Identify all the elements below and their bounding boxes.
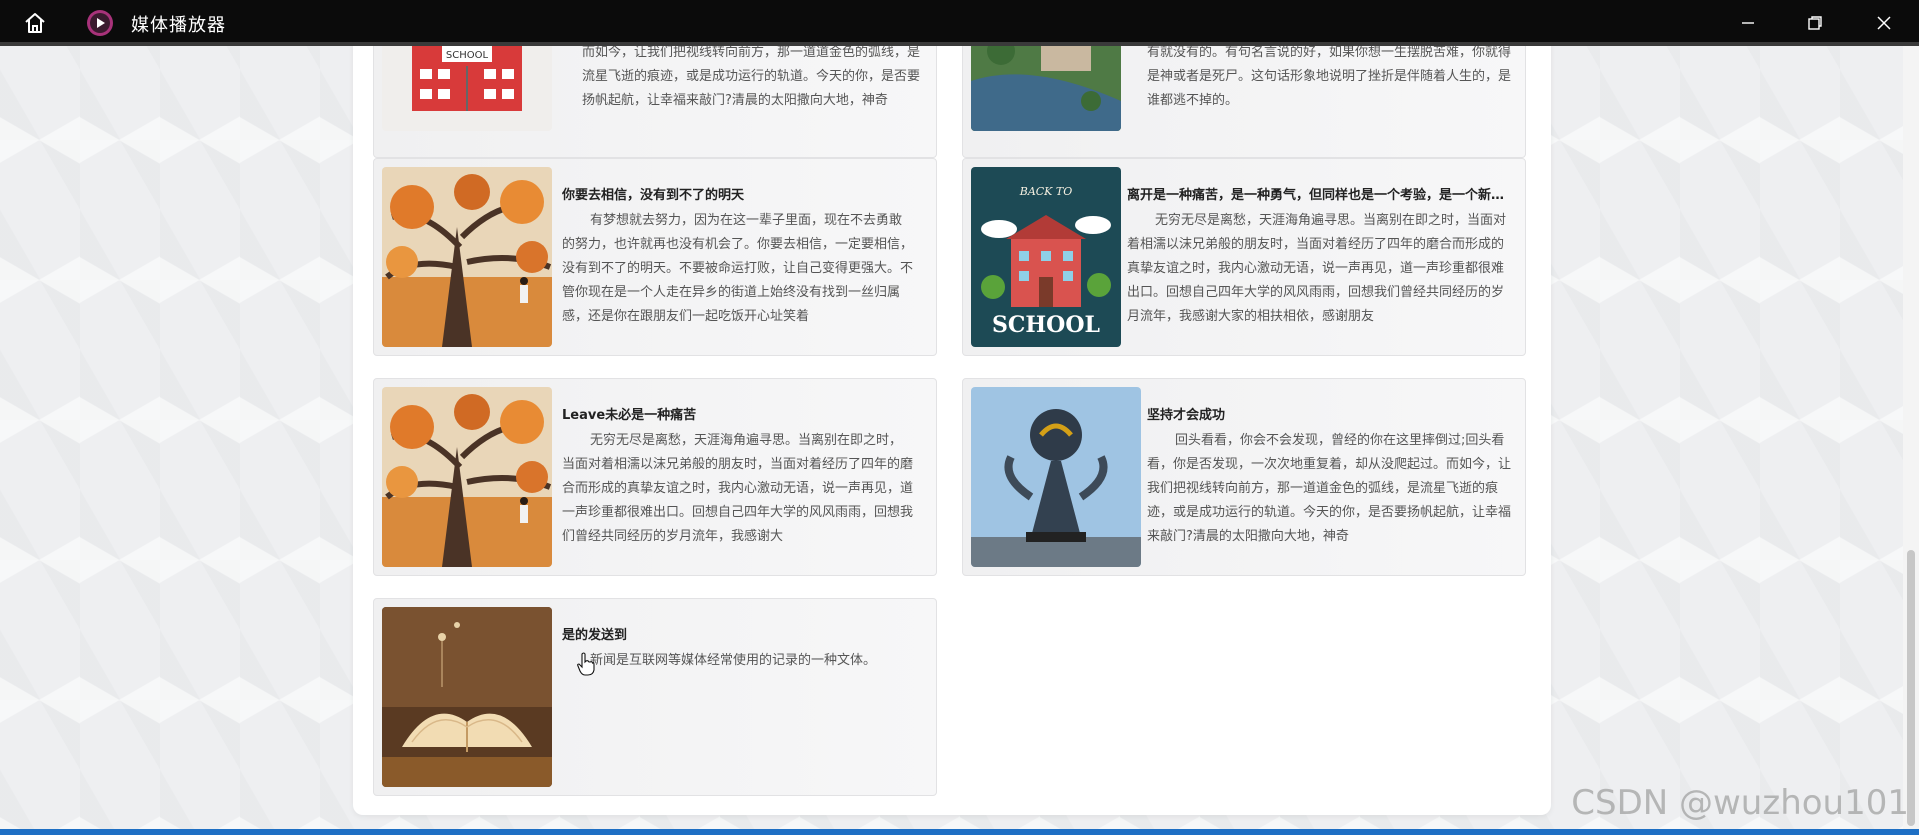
- article-body: 而如今，让我们把视线转向前方，那一道道金色的弧线，是流星飞逝的痕迹，或是成功运行…: [582, 45, 921, 108]
- close-button[interactable]: [1864, 8, 1904, 38]
- article-thumbnail: [382, 167, 552, 347]
- school-sign-text: SCHOOL: [446, 50, 489, 61]
- article-card[interactable]: Leave未必是一种痛苦 无穷无尽是离愁，天涯海角遍寻思。当离别在即之时，当面对…: [373, 378, 937, 576]
- article-thumbnail: [382, 387, 552, 567]
- title-bar-shadow: [0, 42, 1919, 46]
- article-body: 有就没有的。有句名言说的好，如果你想一生摆脱苦难，你就得是神或者是死尸。这句话形…: [1147, 45, 1511, 108]
- article-body: 无穷无尽是离愁，天涯海角遍寻思。当离别在即之时，当面对着相濡以沫兄弟般的朋友时，…: [1127, 213, 1507, 324]
- article-title[interactable]: 你要去相信，没有到不了的明天: [562, 184, 922, 203]
- home-button[interactable]: [20, 8, 50, 38]
- article-card[interactable]: SCHOOL 而如今，让我们把视线转向前方，那一道道金色的弧线，是流星飞逝的痕迹…: [373, 0, 937, 158]
- article-card[interactable]: BACK TO SCHOOL 离开是一种痛苦，是一种勇气，但同样也是一个考验，是…: [962, 158, 1526, 356]
- app-logo: [86, 9, 114, 37]
- restore-icon: [1808, 16, 1822, 30]
- article-card[interactable]: 有就没有的。有句名言说的好，如果你想一生摆脱苦难，你就得是神或者是死尸。这句话形…: [962, 0, 1526, 158]
- minimize-icon: [1742, 22, 1754, 24]
- article-thumbnail: [971, 387, 1141, 567]
- article-card[interactable]: 是的发送到 新闻是互联网等媒体经常使用的记录的一种文体。: [373, 598, 937, 796]
- restore-button[interactable]: [1795, 8, 1835, 38]
- title-bar: 媒体播放器: [0, 0, 1919, 46]
- article-card[interactable]: 你要去相信，没有到不了的明天 有梦想就去努力，因为在这一辈子里面，现在不去勇敢的…: [373, 158, 937, 356]
- article-body: 有梦想就去努力，因为在这一辈子里面，现在不去勇敢的努力，也许就再也没有机会了。你…: [562, 213, 914, 324]
- article-thumbnail: [382, 607, 552, 787]
- article-title[interactable]: 是的发送到: [562, 624, 922, 643]
- article-title[interactable]: 离开是一种痛苦，是一种勇气，但同样也是一个考验，是一个新的开始: [1127, 184, 1511, 203]
- close-icon: [1877, 16, 1891, 30]
- bottom-accent-bar: [0, 829, 1919, 835]
- article-body: 回头看看，你会不会发现，曾经的你在这里摔倒过;回头看看，你是否发现，一次次地重复…: [1147, 433, 1511, 544]
- play-circle-icon: [87, 10, 113, 36]
- vertical-scrollbar[interactable]: [1903, 46, 1919, 830]
- article-thumbnail: BACK TO SCHOOL: [971, 167, 1121, 347]
- article-list-panel: SCHOOL 而如今，让我们把视线转向前方，那一道道金色的弧线，是流星飞逝的痕迹…: [353, 0, 1551, 815]
- school-title-text: SCHOOL: [992, 312, 1100, 338]
- article-body: 新闻是互联网等媒体经常使用的记录的一种文体。: [590, 653, 877, 668]
- home-icon: [25, 13, 45, 33]
- article-card[interactable]: 坚持才会成功 回头看看，你会不会发现，曾经的你在这里摔倒过;回头看看，你是否发现…: [962, 378, 1526, 576]
- hand-cursor-icon: [577, 652, 595, 676]
- article-title[interactable]: 坚持才会成功: [1147, 404, 1511, 423]
- back-to-text: BACK TO: [1019, 185, 1073, 198]
- watermark: CSDN @wuzhou101: [1571, 783, 1909, 823]
- minimize-button[interactable]: [1728, 8, 1768, 38]
- article-body: 无穷无尽是离愁，天涯海角遍寻思。当离别在即之时，当面对着相濡以沫兄弟般的朋友时，…: [562, 433, 914, 544]
- article-title[interactable]: Leave未必是一种痛苦: [562, 404, 922, 423]
- app-title: 媒体播放器: [131, 15, 226, 36]
